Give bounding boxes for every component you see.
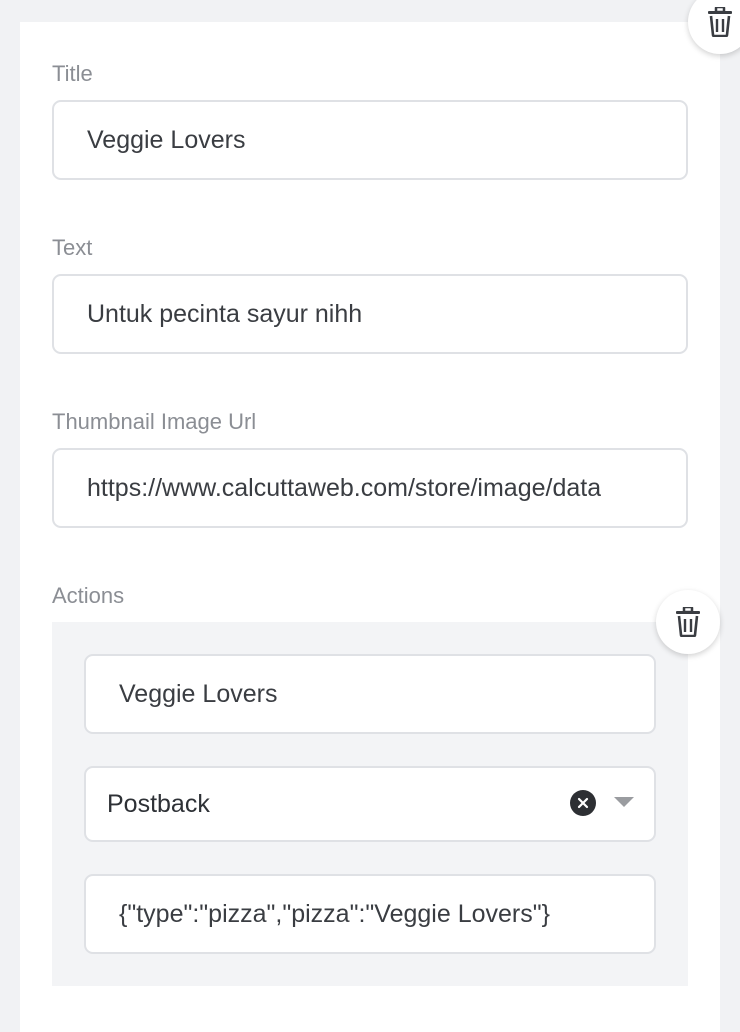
text-input[interactable]: Untuk pecinta sayur nihh	[52, 274, 688, 354]
trash-icon	[675, 607, 701, 637]
text-input-value: Untuk pecinta sayur nihh	[87, 299, 363, 328]
title-input-value: Veggie Lovers	[87, 125, 246, 154]
chevron-down-icon[interactable]	[614, 797, 634, 807]
actions-label: Actions	[52, 583, 125, 608]
clear-selection-button[interactable]	[570, 790, 596, 816]
action-label-value: Veggie Lovers	[119, 679, 278, 708]
thumbnail-url-value: https://www.calcuttaweb.com/store/image/…	[87, 473, 602, 502]
trash-icon	[707, 7, 733, 37]
action-payload-input[interactable]: {"type":"pizza","pizza":"Veggie Lovers"}	[84, 874, 656, 954]
thumbnail-url-input[interactable]: https://www.calcuttaweb.com/store/image/…	[52, 448, 688, 528]
action-label-input[interactable]: Veggie Lovers	[84, 654, 656, 734]
delete-action-button[interactable]	[656, 590, 720, 654]
thumbnail-url-label: Thumbnail Image Url	[52, 409, 257, 434]
action-payload-value: {"type":"pizza","pizza":"Veggie Lovers"}	[119, 899, 550, 928]
title-label: Title	[52, 61, 93, 86]
text-label: Text	[52, 235, 93, 260]
action-type-selected: Postback	[107, 789, 210, 818]
title-input[interactable]: Veggie Lovers	[52, 100, 688, 180]
close-circle-icon	[577, 797, 589, 809]
